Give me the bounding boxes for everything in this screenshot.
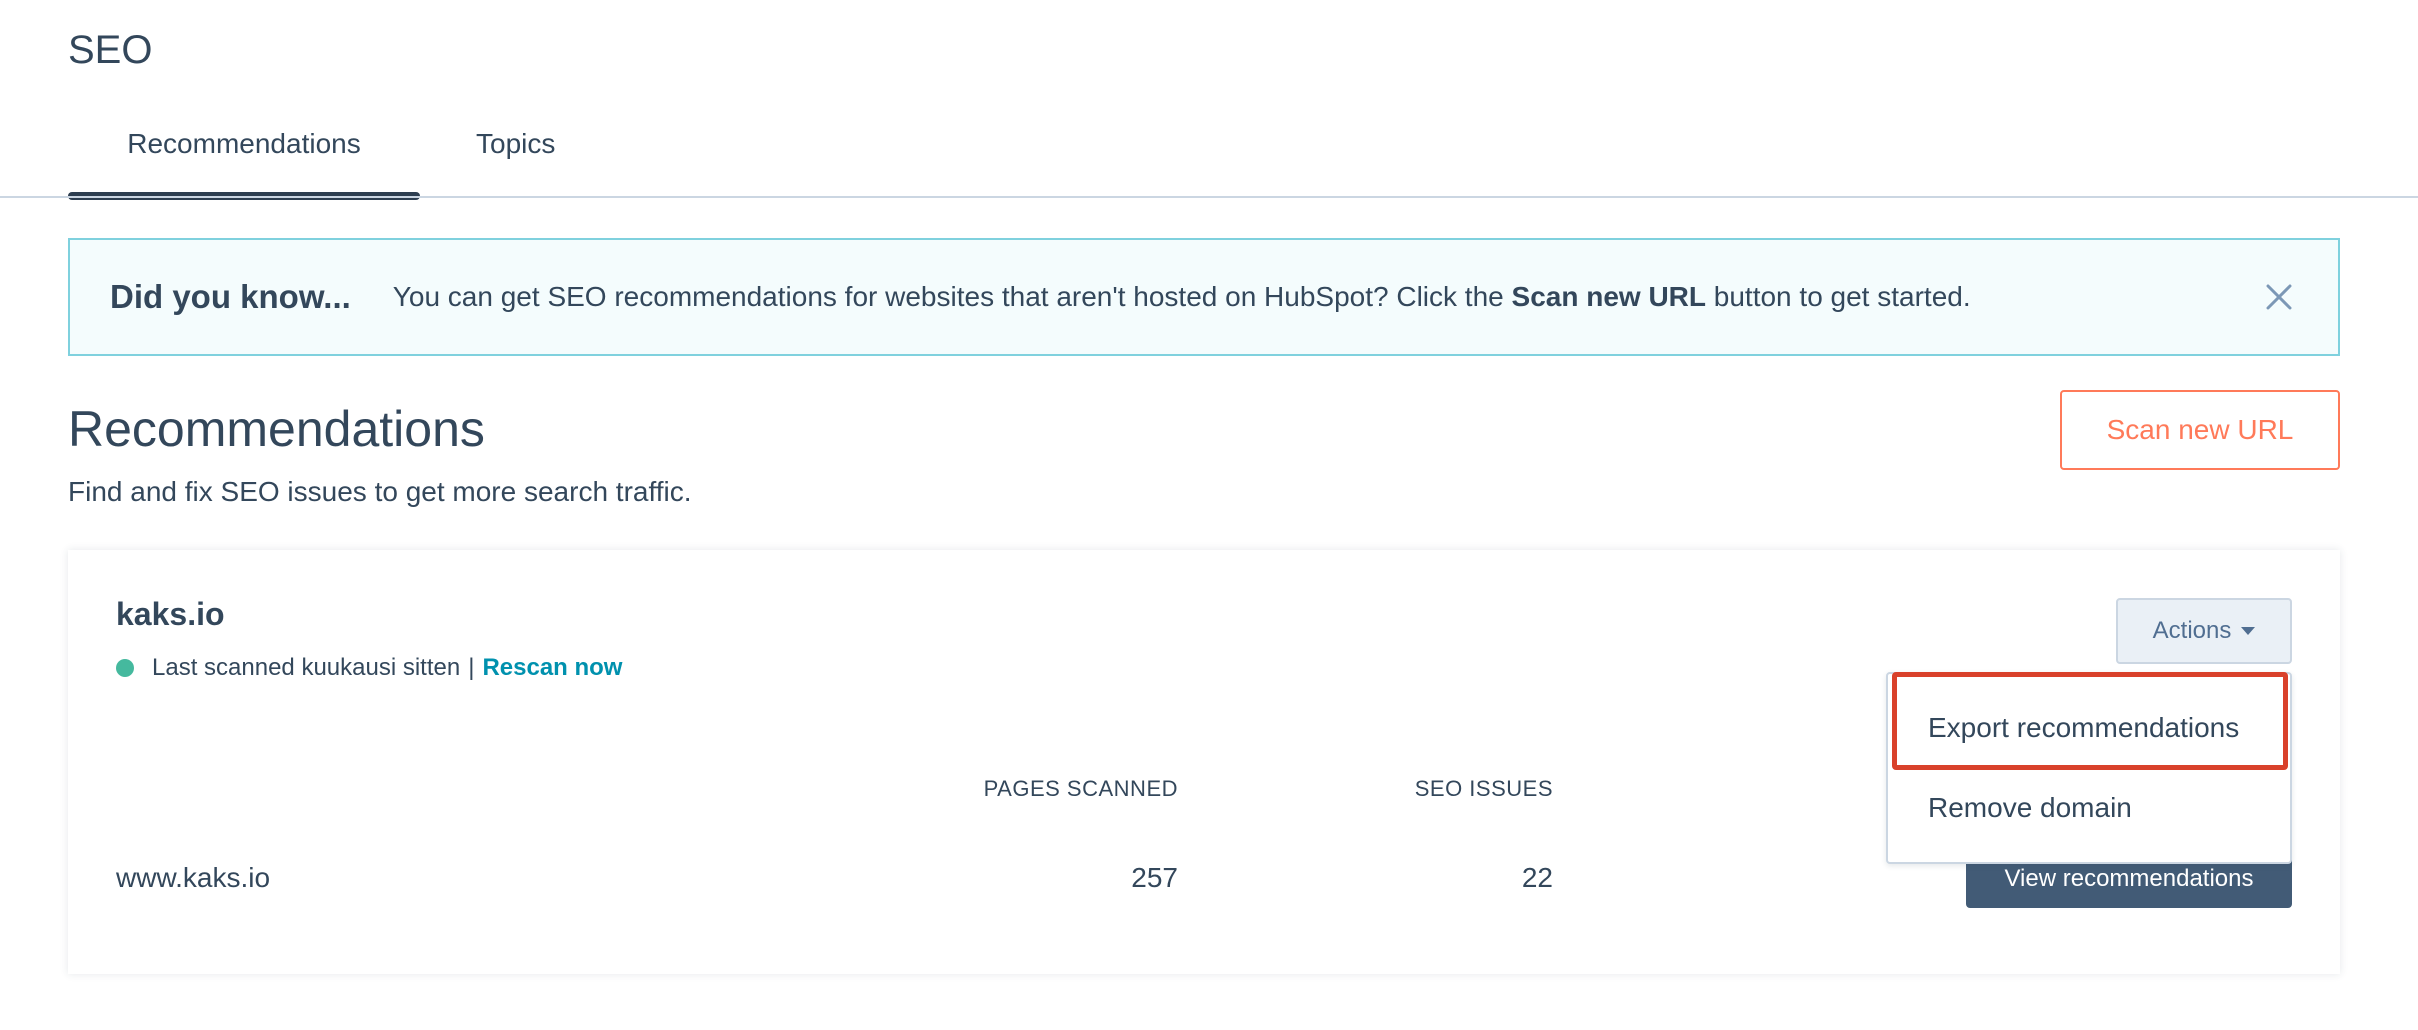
status-text: Last scanned kuukausi sitten <box>152 654 461 681</box>
row-pages-scanned: 257 <box>1131 862 1178 893</box>
tab-bar: Recommendations Topics <box>68 128 555 200</box>
status-separator: | <box>468 654 475 681</box>
actions-dropdown-menu: Export recommendations Remove domain <box>1886 672 2292 864</box>
menu-item-export-recommendations[interactable]: Export recommendations <box>1888 712 2290 744</box>
alert-text-after: button to get started. <box>1713 281 1971 312</box>
alert-title: Did you know... <box>110 278 351 315</box>
info-alert: Did you know... You can get SEO recommen… <box>68 238 2340 356</box>
column-header-pages-scanned: PAGES SCANNED <box>983 776 1178 801</box>
rescan-now-link[interactable]: Rescan now <box>482 654 622 682</box>
close-icon[interactable] <box>2262 280 2296 314</box>
actions-label: Actions <box>2152 617 2232 644</box>
actions-button[interactable]: Actions <box>2116 598 2292 664</box>
domain-name: kaks.io <box>116 596 225 632</box>
status-dot-icon <box>116 659 134 677</box>
menu-item-remove-domain[interactable]: Remove domain <box>1888 792 2290 824</box>
section-title: Recommendations <box>68 401 485 457</box>
scan-new-url-button[interactable]: Scan new URL <box>2060 390 2340 470</box>
page-title: SEO <box>68 28 153 72</box>
tabs-divider <box>0 196 2418 198</box>
section-subtitle: Find and fix SEO issues to get more sear… <box>68 476 692 507</box>
caret-down-icon <box>2241 627 2256 635</box>
tab-topics[interactable]: Topics <box>476 128 555 200</box>
row-url: www.kaks.io <box>116 862 271 893</box>
column-header-seo-issues: SEO ISSUES <box>1414 776 1553 801</box>
tab-recommendations[interactable]: Recommendations <box>68 128 420 200</box>
row-seo-issues: 22 <box>1521 862 1553 893</box>
alert-text-bold: Scan new URL <box>1511 281 1706 312</box>
seo-page: SEO Recommendations Topics Did you know.… <box>0 0 2418 1030</box>
scan-status: Last scanned kuukausi sitten | Rescan no… <box>116 654 622 682</box>
alert-text-before: You can get SEO recommendations for webs… <box>392 281 1504 312</box>
alert-text: You can get SEO recommendations for webs… <box>393 281 1971 313</box>
